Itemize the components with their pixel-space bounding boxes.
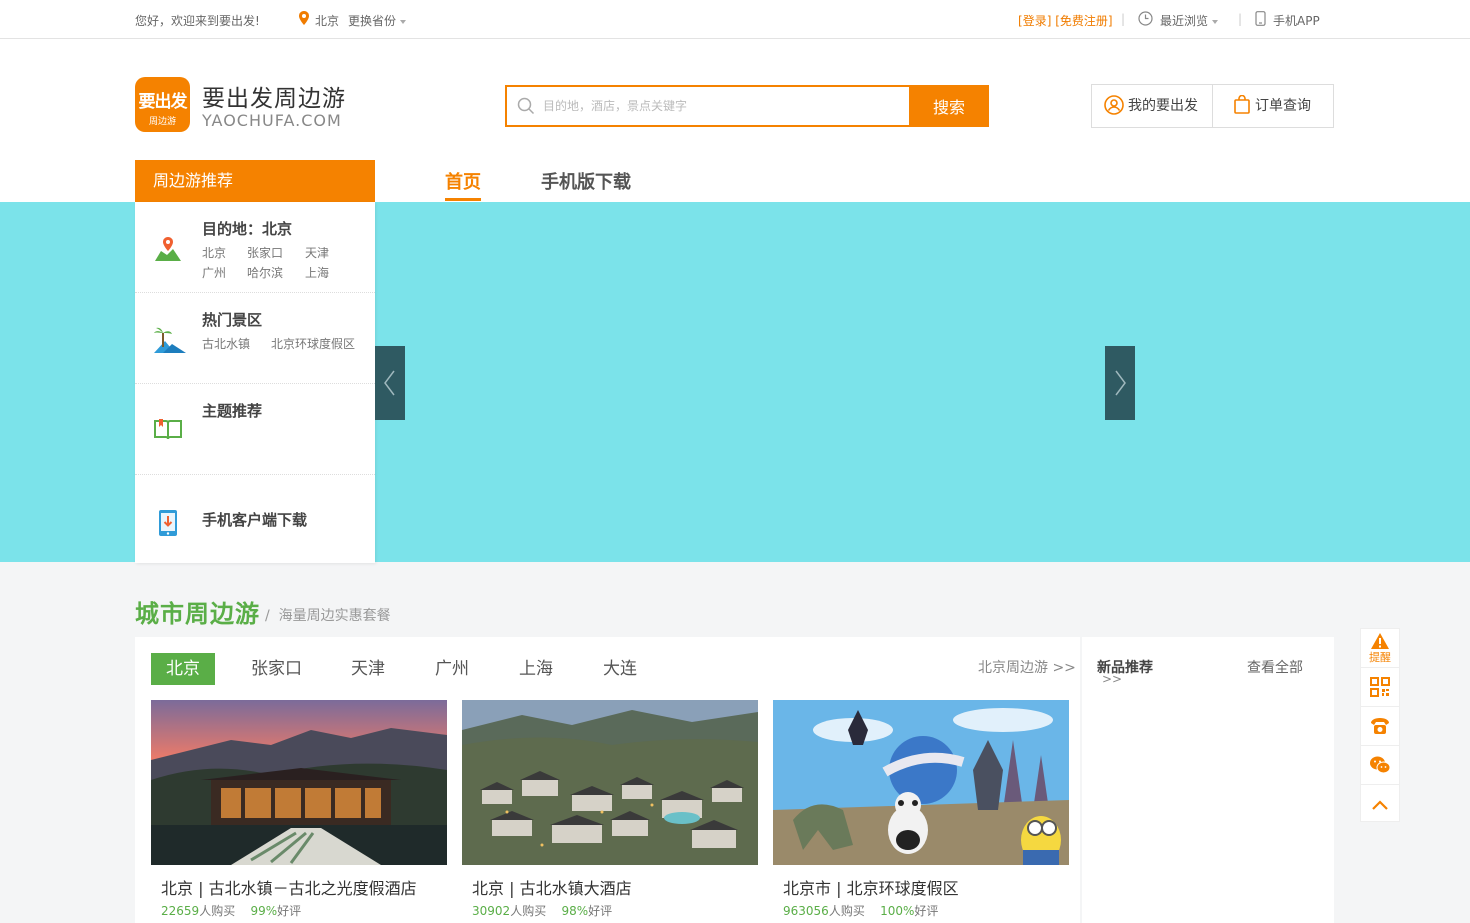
register-link[interactable]: 免费注册 <box>1060 14 1108 28</box>
city-tab-dalian[interactable]: 大连 <box>603 653 637 685</box>
search-bar: 搜索 <box>505 85 989 127</box>
product-card[interactable]: 北京市 | 北京环球度假区 963056人购买 100%好评 <box>773 700 1069 923</box>
destination-link[interactable]: 天津 <box>305 244 329 261</box>
side-section-app[interactable]: 手机客户端下载 <box>135 475 375 563</box>
destination-link[interactable]: 张家口 <box>247 244 283 261</box>
product-meta: 963056人购买 100%好评 <box>783 904 939 918</box>
user-icon <box>1104 94 1124 115</box>
city-tab-beijing[interactable]: 北京 <box>151 653 215 685</box>
divider <box>1212 85 1213 127</box>
city-tab-shanghai[interactable]: 上海 <box>519 653 553 685</box>
qr-code-button[interactable] <box>1361 668 1399 707</box>
hot-spots-title: 热门景区 <box>202 311 263 329</box>
product-name[interactable]: 北京市 | 北京环球度假区 <box>783 875 959 899</box>
qr-code-icon <box>1370 677 1390 697</box>
destination-link[interactable]: 广州 <box>202 264 226 281</box>
my-account-button[interactable]: 我的要出发 <box>1104 85 1198 127</box>
phone-icon <box>1255 11 1266 29</box>
mobile-app-link[interactable]: 手机APP <box>1273 12 1320 29</box>
product-image-water-town[interactable] <box>462 700 758 865</box>
current-city: 北京 <box>315 14 340 28</box>
map-pin-icon <box>153 235 183 269</box>
city-tab-guangzhou[interactable]: 广州 <box>435 653 469 685</box>
recent-browse-menu[interactable]: 最近浏览 <box>1160 12 1219 29</box>
warning-icon <box>1371 632 1389 649</box>
logo-subtitle: YAOCHUFA.COM <box>202 111 342 130</box>
nav-home[interactable]: 首页 <box>445 168 481 194</box>
chevron-down-icon <box>1212 19 1219 24</box>
back-to-top-button[interactable] <box>1361 785 1399 824</box>
section-title: 城市周边游 <box>135 600 260 628</box>
hot-spot-link[interactable]: 古北水镇 <box>202 335 250 352</box>
carousel-prev-button[interactable] <box>375 346 405 420</box>
login-link[interactable]: 登录 <box>1023 14 1047 28</box>
welcome-text: 您好，欢迎来到要出发! <box>135 14 260 28</box>
product-name[interactable]: 北京 | 古北水镇－古北之光度假酒店 <box>161 875 417 899</box>
carousel-next-button[interactable] <box>1105 346 1135 420</box>
phone-download-icon <box>153 509 183 541</box>
auth-links: [登录] [免费注册] <box>1018 14 1113 28</box>
phone-button[interactable] <box>1361 707 1399 746</box>
palm-island-icon <box>153 325 187 359</box>
product-meta: 30902人购买 98%好评 <box>472 904 613 918</box>
product-card[interactable]: 北京 | 古北水镇大酒店 30902人购买 98%好评 <box>462 700 758 923</box>
product-image-universal-resort[interactable] <box>773 700 1069 865</box>
side-section-theme[interactable]: 主题推荐 <box>135 384 375 475</box>
city-tab-tianjin[interactable]: 天津 <box>351 653 385 685</box>
destination-link[interactable]: 上海 <box>305 264 329 281</box>
destination-link[interactable]: 北京 <box>202 244 226 261</box>
more-tours-link[interactable]: 北京周边游 >> <box>978 657 1076 677</box>
search-icon <box>517 97 535 119</box>
chevron-right-icon <box>1115 370 1126 396</box>
logo-badge[interactable]: 要出发 周边游 <box>135 77 190 132</box>
view-all-link[interactable]: 查看全部 <box>1247 657 1303 677</box>
location-pin-icon <box>298 11 310 28</box>
top-bar: 您好，欢迎来到要出发! 北京 更换省份 [登录] [免费注册] | 最近浏览 |… <box>0 0 1470 39</box>
change-province-link[interactable]: 更换省份 <box>348 12 407 29</box>
destination-link[interactable]: 哈尔滨 <box>247 264 283 281</box>
bag-icon <box>1234 94 1250 114</box>
user-box: 我的要出发 订单查询 <box>1091 84 1334 128</box>
search-input[interactable] <box>543 87 903 125</box>
product-image-hotel[interactable] <box>151 700 447 865</box>
destination-title: 目的地：北京 <box>202 220 293 238</box>
chevron-up-icon <box>1372 799 1388 810</box>
product-card[interactable]: 北京 | 古北水镇－古北之光度假酒店 22659人购买 99%好评 <box>151 700 447 923</box>
remind-button[interactable]: 提醒 <box>1361 629 1399 668</box>
hot-spot-link[interactable]: 北京环球度假区 <box>271 335 355 352</box>
divider: | <box>1238 12 1243 26</box>
side-section-hot[interactable]: 热门景区 古北水镇 北京环球度假区 <box>135 293 375 384</box>
logo-title: 要出发周边游 <box>202 86 346 112</box>
side-section-destination[interactable]: 目的地：北京 北京 张家口 天津 广州 哈尔滨 上海 <box>135 202 375 293</box>
nav-mobile-download[interactable]: 手机版下载 <box>541 168 631 194</box>
nav-active-indicator <box>445 198 481 201</box>
theme-title: 主题推荐 <box>202 402 263 420</box>
chevron-left-icon <box>384 370 395 396</box>
app-download-title: 手机客户端下载 <box>202 511 308 529</box>
floating-toolbar: 提醒 <box>1360 628 1400 822</box>
city-tour-panel: 北京 张家口 天津 广州 上海 大连 北京周边游 >> 北京 | 古北水镇－古北… <box>135 637 1080 923</box>
city-tab-zhangjiakou[interactable]: 张家口 <box>251 653 302 685</box>
section-subtitle: / 海量周边实惠套餐 <box>265 608 391 624</box>
wechat-icon <box>1370 756 1391 774</box>
wechat-button[interactable] <box>1361 746 1399 785</box>
book-icon <box>153 416 183 446</box>
clock-icon <box>1138 11 1153 29</box>
new-products-panel: 新品推荐 >> 查看全部 <box>1082 637 1334 923</box>
order-query-button[interactable]: 订单查询 <box>1233 85 1311 127</box>
side-menu: 目的地：北京 北京 张家口 天津 广州 哈尔滨 上海 热门景区 古北水镇 北京环… <box>135 202 375 563</box>
chevron-down-icon <box>400 19 407 24</box>
new-products-more-arrows[interactable]: >> <box>1102 672 1122 686</box>
divider: | <box>1121 12 1126 26</box>
side-menu-header: 周边游推荐 <box>135 160 375 202</box>
search-button[interactable]: 搜索 <box>909 85 989 127</box>
product-meta: 22659人购买 99%好评 <box>161 904 302 918</box>
telephone-icon <box>1371 718 1389 734</box>
product-name[interactable]: 北京 | 古北水镇大酒店 <box>472 875 632 899</box>
